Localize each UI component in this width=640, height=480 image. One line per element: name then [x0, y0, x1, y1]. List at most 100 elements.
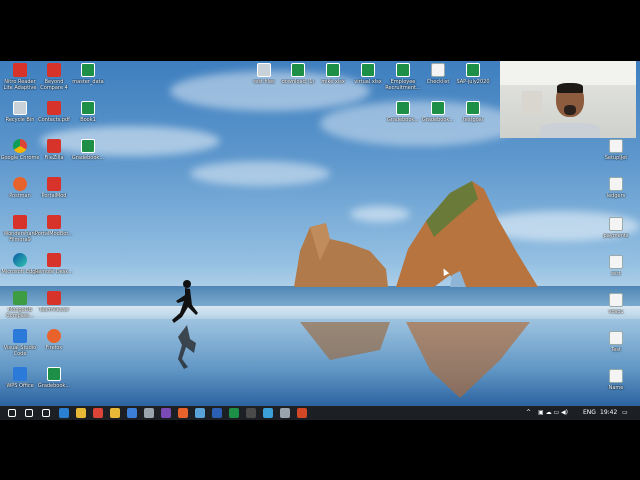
sheet-icon	[326, 63, 340, 77]
letterbox-top	[0, 0, 640, 61]
doc-icon	[609, 331, 623, 345]
desktop-icon[interactable]: Employee Recruitment...	[383, 63, 423, 99]
wps-icon	[13, 367, 27, 381]
rock-small	[294, 223, 388, 287]
app-icon	[13, 215, 27, 229]
app-icon[interactable]	[280, 408, 290, 418]
store-icon[interactable]	[127, 408, 137, 418]
sheet-icon	[81, 139, 95, 153]
desktop-icon-label: SAP-july2020	[456, 79, 490, 85]
desktop-icon-label: Book1	[80, 117, 96, 123]
sheet-icon	[81, 63, 95, 77]
letterbox-bottom	[0, 420, 640, 480]
desktop-icon[interactable]: download (1)	[278, 63, 318, 99]
language-indicator[interactable]: ENG	[583, 408, 596, 418]
word-icon[interactable]	[212, 408, 222, 418]
sheet-icon	[431, 101, 445, 115]
desktop-icon[interactable]: Remote Desk...	[34, 253, 74, 289]
chrome-icon[interactable]	[93, 408, 103, 418]
sheet-icon	[396, 63, 410, 77]
chrome-icon	[13, 139, 27, 153]
task-view-icon[interactable]	[42, 409, 50, 417]
desktop-icon-label: testgoal	[462, 117, 484, 123]
powerpoint-icon[interactable]	[297, 408, 307, 418]
desktop-icon-label: payments	[603, 233, 629, 239]
notifications-icon[interactable]: ▭	[622, 408, 628, 418]
desktop-icon[interactable]: payments	[596, 217, 636, 253]
sheet-icon[interactable]	[229, 408, 239, 418]
show-hidden-icons[interactable]: ^	[526, 408, 531, 418]
firefox-icon[interactable]	[178, 408, 188, 418]
tray-icons[interactable]: ▣ ☁ ▭ ◀)	[538, 408, 568, 418]
desktop-icon[interactable]: mike.xlsx	[313, 63, 353, 99]
desktop-icon[interactable]: SetupIJet	[596, 139, 636, 175]
desktop-icon-label: vbsp1	[608, 309, 624, 315]
desktop-icon[interactable]: TeamViewer	[34, 291, 74, 327]
search-icon[interactable]	[25, 409, 33, 417]
desktop-icon[interactable]: ledgers	[596, 177, 636, 213]
notepad-icon[interactable]	[195, 408, 205, 418]
firefox-icon	[47, 329, 61, 343]
vscode-icon	[13, 329, 27, 343]
edge-icon	[13, 253, 27, 267]
vs-icon[interactable]	[161, 408, 171, 418]
mongodb-icon	[13, 291, 27, 305]
browser-icon[interactable]	[263, 408, 273, 418]
pdf-icon	[47, 101, 61, 115]
vscode-icon[interactable]	[59, 408, 69, 418]
doc-icon	[609, 293, 623, 307]
rock-reflection	[300, 322, 530, 398]
app-icon	[13, 63, 27, 77]
file-explorer-icon[interactable]	[76, 408, 86, 418]
desktop-icon[interactable]: test	[596, 255, 636, 291]
desktop-icon[interactable]: Gradebook...	[418, 101, 458, 137]
desktop-icon[interactable]: Gradebook...	[34, 367, 74, 403]
app-icon	[47, 253, 61, 267]
start-icon[interactable]	[8, 409, 16, 417]
recycle-bin-icon	[13, 101, 27, 115]
desktop-icon[interactable]: master_data	[68, 63, 108, 99]
desktop-icon-label: master_data	[72, 79, 104, 85]
desktop-icon-label: ledgers	[606, 193, 626, 199]
settings-icon[interactable]	[144, 408, 154, 418]
desktop-icon-label: Test	[611, 347, 621, 353]
desktop-icon[interactable]: Checklist	[418, 63, 458, 99]
sheet-icon	[81, 101, 95, 115]
desktop-icon[interactable]: Name	[596, 369, 636, 405]
desktop-icon[interactable]: Test	[596, 331, 636, 367]
desktop-icon[interactable]: PortalMod	[34, 177, 74, 213]
desktop-icon-label: Gradebook...	[386, 117, 420, 123]
sheet-icon	[466, 63, 480, 77]
clock[interactable]: 19:42	[600, 408, 617, 418]
desktop-icon-label: Gradebook...	[71, 155, 105, 161]
desktop-icon-label: Gradebook...	[421, 117, 455, 123]
doc-icon	[431, 63, 445, 77]
desktop-icon[interactable]: PortalModBot...	[34, 215, 74, 251]
desktop-icon[interactable]: virtual.xlsx	[348, 63, 388, 99]
terminal-icon[interactable]	[246, 408, 256, 418]
sheet-icon	[47, 367, 61, 381]
postman-icon	[13, 177, 27, 191]
desktop-icon-label: download (1)	[281, 79, 315, 85]
desktop-icon[interactable]: vbsp1	[596, 293, 636, 329]
desktop-icon[interactable]: testgoal	[453, 101, 493, 137]
desktop-icon-label: PortalModBot...	[34, 231, 74, 237]
desktop-icon-label: Gradebook...	[37, 383, 71, 389]
sheet-icon	[291, 63, 305, 77]
app-icon	[47, 139, 61, 153]
desktop-icon[interactable]: SAP-july2020	[453, 63, 493, 99]
desktop-icon-label: mike.xlsx	[321, 79, 345, 85]
desktop-icon-label: Name	[608, 385, 624, 391]
desktop-icon-label: TeamViewer	[38, 307, 70, 313]
desktop-icon[interactable]: Book1	[68, 101, 108, 137]
app-icon	[47, 215, 61, 229]
desktop-icon[interactable]: Gradebook...	[383, 101, 423, 137]
sheet-icon	[396, 101, 410, 115]
desktop-icon-label: test	[611, 271, 621, 277]
desktop-icon[interactable]: Firefox	[34, 329, 74, 365]
runner-silhouette	[172, 280, 198, 369]
folder-icon[interactable]	[110, 408, 120, 418]
folder-icon	[257, 63, 271, 77]
desktop-icon[interactable]: Gradebook...	[68, 139, 108, 175]
doc-icon	[609, 255, 623, 269]
